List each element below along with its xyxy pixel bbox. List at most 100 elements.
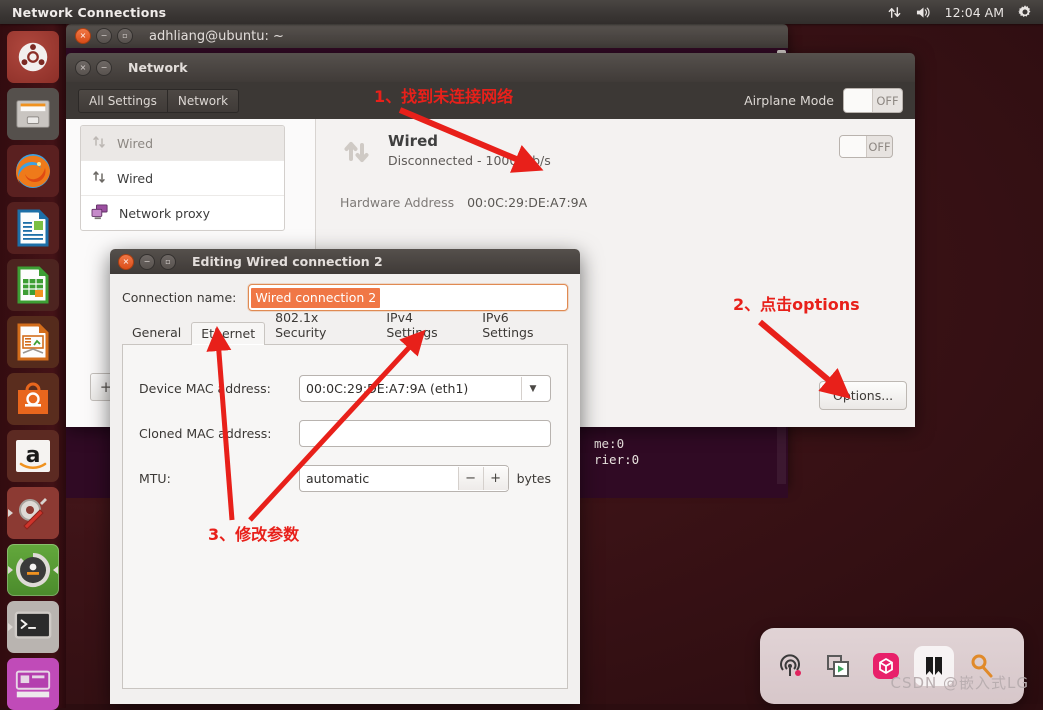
edit-dialog-tabs: General Ethernet 802.1x Security IPv4 Se… [122, 310, 568, 345]
system-tray: 12:04 AM [887, 4, 1033, 20]
device-mac-value: 00:0C:29:DE:A7:9A (eth1) [306, 381, 469, 396]
tab-8021x-security[interactable]: 802.1x Security [265, 306, 376, 344]
edit-dialog-body: Connection name: Wired connection 2 Gene… [110, 274, 580, 704]
libreoffice-calc-icon[interactable] [7, 259, 59, 311]
top-panel-title: Network Connections [12, 4, 167, 20]
sidebar-item-label: Wired [117, 135, 154, 151]
hardware-address-value: 00:0C:29:DE:A7:9A [467, 195, 588, 210]
connection-name-value: Wired connection 2 [251, 287, 381, 308]
libreoffice-writer-icon[interactable] [7, 202, 59, 254]
ethernet-tab-pane: Device MAC address: 00:0C:29:DE:A7:9A (e… [122, 345, 568, 689]
sidebar-item-wired-2[interactable]: Wired [81, 161, 284, 196]
network-close-button[interactable]: × [75, 59, 91, 76]
cloned-mac-input[interactable] [299, 420, 551, 447]
hardware-address-row: Hardware Address 00:0C:29:DE:A7:9A [340, 195, 893, 210]
device-mac-row: Device MAC address: 00:0C:29:DE:A7:9A (e… [139, 375, 551, 402]
terminal-close-button[interactable]: × [75, 28, 91, 44]
files-icon[interactable] [7, 88, 59, 140]
top-panel: Network Connections 12:04 AM [0, 0, 1043, 24]
edit-dialog-title: Editing Wired connection 2 [192, 254, 383, 269]
breadcrumb: All Settings Network [78, 88, 240, 113]
volume-icon[interactable] [915, 5, 932, 20]
sidebar-item-label: Wired [117, 170, 154, 186]
annotation-step3: 3、修改参数 [208, 525, 300, 544]
device-name: Wired [388, 132, 438, 150]
sidebar-item-network-proxy[interactable]: Network proxy [81, 196, 284, 230]
sidebar-item-label: Network proxy [119, 205, 211, 221]
clock-label[interactable]: 12:04 AM [945, 5, 1004, 20]
tab-ipv4-settings[interactable]: IPv4 Settings [376, 306, 472, 344]
running-indicator-left [8, 509, 13, 517]
edit-connection-dialog[interactable]: × − ▫ Editing Wired connection 2 Connect… [110, 249, 580, 704]
workspace-switcher-icon[interactable] [7, 658, 59, 710]
annotation-step1: 1、找到未连接网络 [374, 87, 514, 106]
tab-general[interactable]: General [122, 321, 191, 344]
wired-status-icon [340, 135, 374, 173]
airplane-mode-state: OFF [876, 93, 899, 108]
device-toggle-state: OFF [868, 139, 891, 154]
running-indicator-left [8, 566, 13, 574]
unity-launcher[interactable]: a [0, 24, 66, 710]
libreoffice-impress-icon[interactable] [7, 316, 59, 368]
edit-dialog-maximize-button[interactable]: ▫ [160, 253, 176, 270]
all-settings-button[interactable]: All Settings [78, 88, 168, 113]
network-window-title: Network [128, 60, 188, 75]
mtu-unit-label: bytes [516, 471, 551, 486]
watermark: CSDN @嵌入式LG [890, 674, 1029, 692]
network-breadcrumb-button[interactable]: Network [167, 88, 240, 113]
software-updater-icon[interactable] [7, 544, 59, 596]
svg-text:a: a [26, 443, 41, 468]
ubuntu-dash-icon[interactable] [7, 31, 59, 83]
terminal-maximize-button[interactable]: ▫ [117, 28, 133, 44]
system-settings-icon[interactable] [7, 487, 59, 539]
tab-ipv6-settings[interactable]: IPv6 Settings [472, 306, 568, 344]
terminal-icon[interactable] [7, 601, 59, 653]
terminal-line: rier:0 [594, 452, 640, 467]
airplane-mode-label: Airplane Mode [744, 93, 834, 108]
cloned-mac-row: Cloned MAC address: [139, 420, 551, 447]
network-proxy-icon [91, 203, 109, 223]
amazon-icon[interactable]: a [7, 430, 59, 482]
toggle-knob [840, 136, 867, 157]
network-device-list[interactable]: Wired Wired Network proxy [80, 125, 285, 231]
focused-indicator-right [53, 566, 58, 574]
options-button[interactable]: Options... [819, 381, 908, 410]
mtu-increment-button[interactable]: + [482, 467, 508, 490]
firefox-icon[interactable] [7, 145, 59, 197]
sync-icon[interactable] [887, 5, 902, 20]
gear-icon[interactable] [1017, 4, 1033, 20]
device-power-toggle[interactable]: OFF [839, 135, 893, 158]
airplane-mode-toggle[interactable]: OFF [843, 88, 903, 113]
network-minimize-button[interactable]: − [96, 59, 112, 76]
airplane-mode-control: Airplane Mode OFF [744, 88, 903, 113]
cloned-mac-label: Cloned MAC address: [139, 426, 272, 441]
mtu-decrement-button[interactable]: − [457, 467, 483, 490]
tab-ethernet[interactable]: Ethernet [191, 322, 266, 345]
software-center-icon[interactable] [7, 373, 59, 425]
mtu-spinner[interactable]: automatic − + [299, 465, 509, 492]
device-header: Wired Disconnected - 1000 Mb/s OFF [340, 133, 893, 173]
terminal-title: adhliang@ubuntu: ~ [149, 28, 284, 44]
mtu-value: automatic [306, 471, 370, 486]
screen-record-icon[interactable] [818, 646, 858, 686]
wired-icon [91, 169, 107, 188]
mtu-label: MTU: [139, 471, 171, 486]
sidebar-item-wired-1[interactable]: Wired [81, 126, 284, 161]
mtu-row: MTU: automatic − + bytes [139, 465, 551, 492]
chevron-down-icon[interactable]: ▼ [521, 377, 544, 400]
wired-disconnected-icon [91, 134, 107, 153]
edit-dialog-minimize-button[interactable]: − [139, 253, 155, 270]
hardware-address-label: Hardware Address [340, 195, 455, 210]
device-status: Disconnected - 1000 Mb/s [388, 153, 551, 168]
edit-dialog-titlebar[interactable]: × − ▫ Editing Wired connection 2 [110, 249, 580, 274]
toggle-knob [844, 89, 873, 112]
terminal-minimize-button[interactable]: − [96, 28, 112, 44]
running-indicator-left [8, 623, 13, 631]
connection-name-label: Connection name: [122, 290, 237, 305]
device-mac-combobox[interactable]: 00:0C:29:DE:A7:9A (eth1) ▼ [299, 375, 551, 402]
edit-dialog-close-button[interactable]: × [118, 253, 134, 270]
device-mac-label: Device MAC address: [139, 381, 271, 396]
terminal-titlebar[interactable]: × − ▫ adhliang@ubuntu: ~ [66, 24, 788, 48]
network-titlebar[interactable]: × − Network [66, 53, 915, 82]
podcast-icon[interactable] [770, 646, 810, 686]
